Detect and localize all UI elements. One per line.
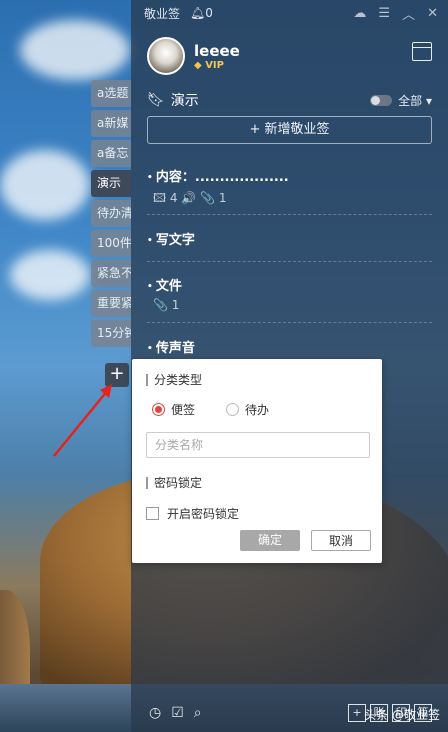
note-meta: 📎 1: [153, 298, 180, 312]
note-title: 文件: [147, 275, 432, 294]
collapse-icon[interactable]: ︿: [402, 4, 415, 23]
radio-note-label: 便签: [171, 403, 196, 417]
left-rock: [0, 590, 30, 690]
note-title: 写文字: [147, 229, 432, 248]
watermark: 头条 @敬业签: [364, 708, 440, 722]
calendar-icon[interactable]: [412, 42, 432, 61]
bell-icon[interactable]: 🔔︎: [190, 6, 205, 20]
toggle-switch[interactable]: [370, 94, 393, 106]
note-item[interactable]: 内容：................... 🖾 4 🔊 📎 1: [147, 166, 432, 210]
radio-unchecked-icon: [226, 403, 239, 416]
notif-count: 0: [205, 6, 213, 20]
category-tab-active[interactable]: 演示: [91, 170, 131, 197]
note-meta: 🖾 4 🔊 📎 1: [153, 191, 227, 205]
filter-dropdown[interactable]: 全部 ▾: [398, 92, 432, 109]
clock-icon[interactable]: ◷: [149, 705, 161, 721]
current-category: 演示: [170, 93, 199, 109]
category-tab[interactable]: 重要紧: [91, 290, 131, 317]
menu-icon[interactable]: ☰: [378, 6, 390, 21]
title-bar: 敬业签 🔔︎ 0 ☁ ☰ ︿ ✕: [131, 0, 448, 26]
radio-note[interactable]: 便签: [152, 401, 195, 418]
new-note-button[interactable]: + 新增敬业签: [147, 116, 432, 144]
note-item[interactable]: 传声音: [147, 337, 432, 356]
app-title: 敬业签: [144, 6, 181, 21]
vip-label: VIP: [205, 59, 224, 71]
cloud: [0, 150, 90, 220]
divider: [147, 322, 432, 323]
user-info: leeee ◆ VIP: [131, 26, 448, 86]
new-category-dialog: 分类类型 便签 待办 密码锁定 开启密码锁定 确定 取消: [132, 359, 382, 563]
clipboard-check-icon[interactable]: ☑: [171, 705, 184, 721]
type-section-label: 分类类型: [146, 374, 202, 386]
category-tab[interactable]: 紧急不: [91, 260, 131, 287]
new-note-label: 新增敬业签: [264, 122, 330, 137]
category-tab[interactable]: a新媒: [91, 110, 131, 137]
cloud: [20, 20, 130, 80]
category-header: 🔖︎ 演示 全部 ▾: [147, 90, 432, 110]
note-title: 内容：...................: [147, 166, 432, 185]
category-tab[interactable]: 15分钟: [91, 320, 131, 347]
note-item[interactable]: 文件 📎 1: [147, 275, 432, 312]
cloud: [10, 250, 90, 300]
category-tab[interactable]: 100件: [91, 230, 131, 257]
category-tab[interactable]: a备忘: [91, 140, 131, 167]
divider: [147, 261, 432, 262]
note-item[interactable]: 写文字: [147, 229, 432, 248]
radio-todo-label: 待办: [245, 403, 270, 417]
divider: [147, 214, 432, 215]
checkbox-icon: [146, 507, 159, 520]
category-tab[interactable]: 待办清: [91, 200, 131, 227]
confirm-button[interactable]: 确定: [240, 530, 300, 551]
avatar[interactable]: [147, 37, 185, 75]
caret-down-icon: ▾: [425, 93, 432, 108]
radio-todo[interactable]: 待办: [226, 401, 269, 418]
filter-label: 全部: [398, 93, 423, 108]
enable-lock-label: 开启密码锁定: [167, 507, 240, 521]
note-title: 传声音: [147, 337, 432, 356]
lock-section-label: 密码锁定: [146, 477, 202, 489]
radio-checked-icon: [152, 403, 165, 416]
vip-badge: ◆ VIP: [194, 60, 240, 71]
cancel-button[interactable]: 取消: [311, 530, 371, 551]
enable-lock-checkbox[interactable]: 开启密码锁定: [146, 505, 239, 522]
diamond-icon: ◆: [194, 59, 202, 71]
username: leeee: [194, 41, 240, 60]
search-icon[interactable]: ⌕: [194, 705, 202, 721]
cloud-sync-icon[interactable]: ☁: [353, 6, 366, 21]
category-name-input[interactable]: [146, 432, 370, 458]
red-arrow-annotation: [53, 384, 112, 457]
plus-icon: +: [249, 122, 261, 137]
close-icon[interactable]: ✕: [427, 6, 438, 21]
category-tab[interactable]: a选题: [91, 80, 131, 107]
bookmark-icon: 🔖︎: [147, 92, 165, 108]
category-tabs: a选题 a新媒 a备忘 演示 待办清 100件 紧急不 重要紧 15分钟: [91, 80, 131, 350]
